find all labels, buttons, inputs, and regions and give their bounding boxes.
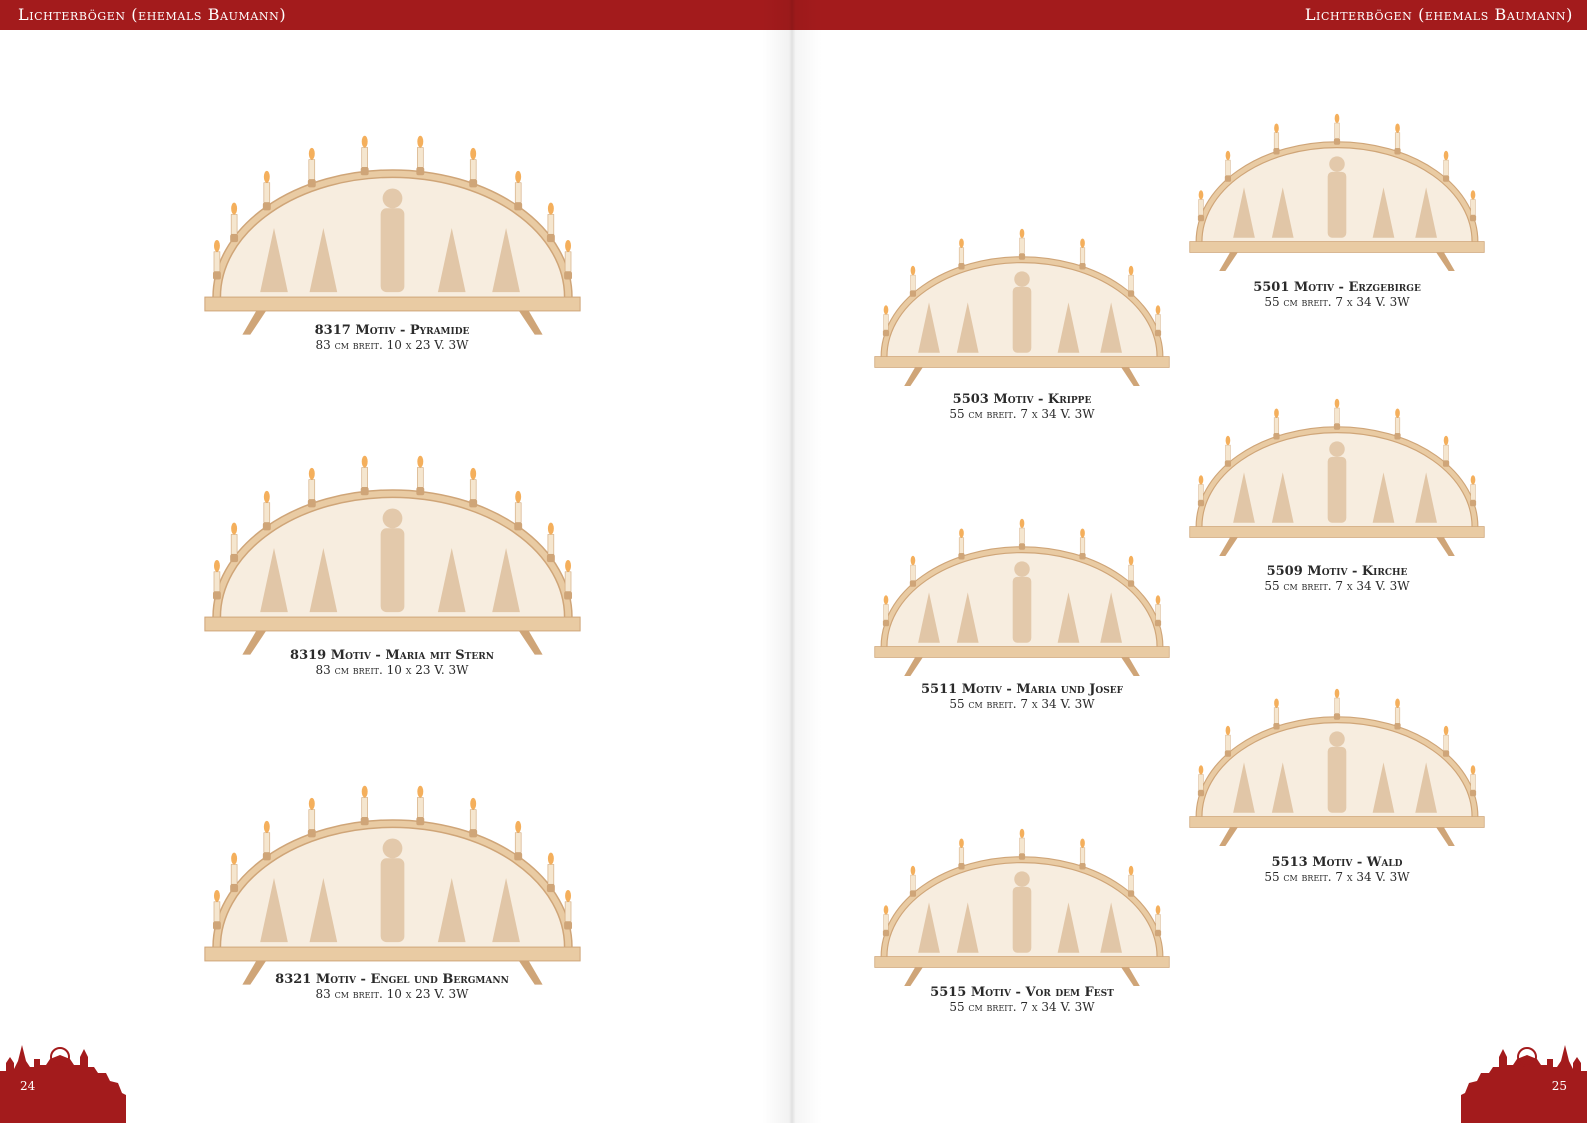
castle-silhouette-icon <box>0 1045 126 1123</box>
product-caption-5511: 5511 Motiv - Maria und Josef 55 cm breit… <box>867 682 1177 712</box>
product-image-5501 <box>1182 75 1492 295</box>
left-page: Lichterbögen (ehemals Baumann) 8317 Moti… <box>0 0 792 1123</box>
product-spec: 83 cm breit. 10 x 23 V. 3W <box>315 663 469 677</box>
header-bar-right: Lichterbögen (ehemals Baumann) <box>792 0 1587 30</box>
product-title: 5503 Motiv - Krippe <box>952 392 1092 407</box>
product-caption-5509: 5509 Motiv - Kirche 55 cm breit. 7 x 34 … <box>1182 564 1492 594</box>
product-title: 5515 Motiv - Vor dem Fest <box>930 985 1114 1000</box>
product-spec: 55 cm breit. 7 x 34 V. 3W <box>1264 579 1410 593</box>
product-caption-5501: 5501 Motiv - Erzgebirge 55 cm breit. 7 x… <box>1182 280 1492 310</box>
product-title: 8317 Motiv - Pyramide <box>314 323 470 338</box>
product-caption-5513: 5513 Motiv - Wald 55 cm breit. 7 x 34 V.… <box>1182 855 1492 885</box>
product-spec: 55 cm breit. 7 x 34 V. 3W <box>1264 870 1410 884</box>
product-caption-5503: 5503 Motiv - Krippe 55 cm breit. 7 x 34 … <box>867 392 1177 422</box>
product-caption-8321: 8321 Motiv - Engel und Bergmann 83 cm br… <box>192 972 592 1002</box>
product-image-5503 <box>867 190 1177 410</box>
product-spec: 83 cm breit. 10 x 23 V. 3W <box>315 338 469 352</box>
product-image-5515 <box>867 790 1177 1010</box>
product-caption-5515: 5515 Motiv - Vor dem Fest 55 cm breit. 7… <box>867 985 1177 1015</box>
product-caption-8317: 8317 Motiv - Pyramide 83 cm breit. 10 x … <box>192 323 592 353</box>
product-spec: 55 cm breit. 7 x 34 V. 3W <box>1264 295 1410 309</box>
product-caption-8319: 8319 Motiv - Maria mit Stern 83 cm breit… <box>192 648 592 678</box>
product-spec: 55 cm breit. 7 x 34 V. 3W <box>949 697 1095 711</box>
castle-silhouette-icon <box>1461 1045 1587 1123</box>
right-page: Lichterbögen (ehemals Baumann) 5503 Moti… <box>792 0 1587 1123</box>
product-image-8319 <box>195 430 590 660</box>
product-spec: 83 cm breit. 10 x 23 V. 3W <box>315 987 469 1001</box>
product-title: 5513 Motiv - Wald <box>1271 855 1403 870</box>
header-bar-left: Lichterbögen (ehemals Baumann) <box>0 0 792 30</box>
page-number-right: 25 <box>1551 1079 1567 1093</box>
product-image-8321 <box>195 760 590 990</box>
product-image-5509 <box>1182 360 1492 580</box>
header-title: Lichterbögen (ehemals Baumann) <box>1304 5 1573 24</box>
product-image-5511 <box>867 480 1177 700</box>
product-image-5513 <box>1182 650 1492 870</box>
product-title: 5511 Motiv - Maria und Josef <box>921 682 1123 697</box>
product-title: 8319 Motiv - Maria mit Stern <box>290 648 494 663</box>
product-title: 5509 Motiv - Kirche <box>1266 564 1408 579</box>
product-spec: 55 cm breit. 7 x 34 V. 3W <box>949 407 1095 421</box>
header-title: Lichterbögen (ehemals Baumann) <box>18 5 287 24</box>
product-title: 5501 Motiv - Erzgebirge <box>1253 280 1421 295</box>
page-number-left: 24 <box>20 1079 36 1093</box>
product-spec: 55 cm breit. 7 x 34 V. 3W <box>949 1000 1095 1014</box>
product-image-8317 <box>195 110 590 340</box>
product-title: 8321 Motiv - Engel und Bergmann <box>275 972 509 987</box>
